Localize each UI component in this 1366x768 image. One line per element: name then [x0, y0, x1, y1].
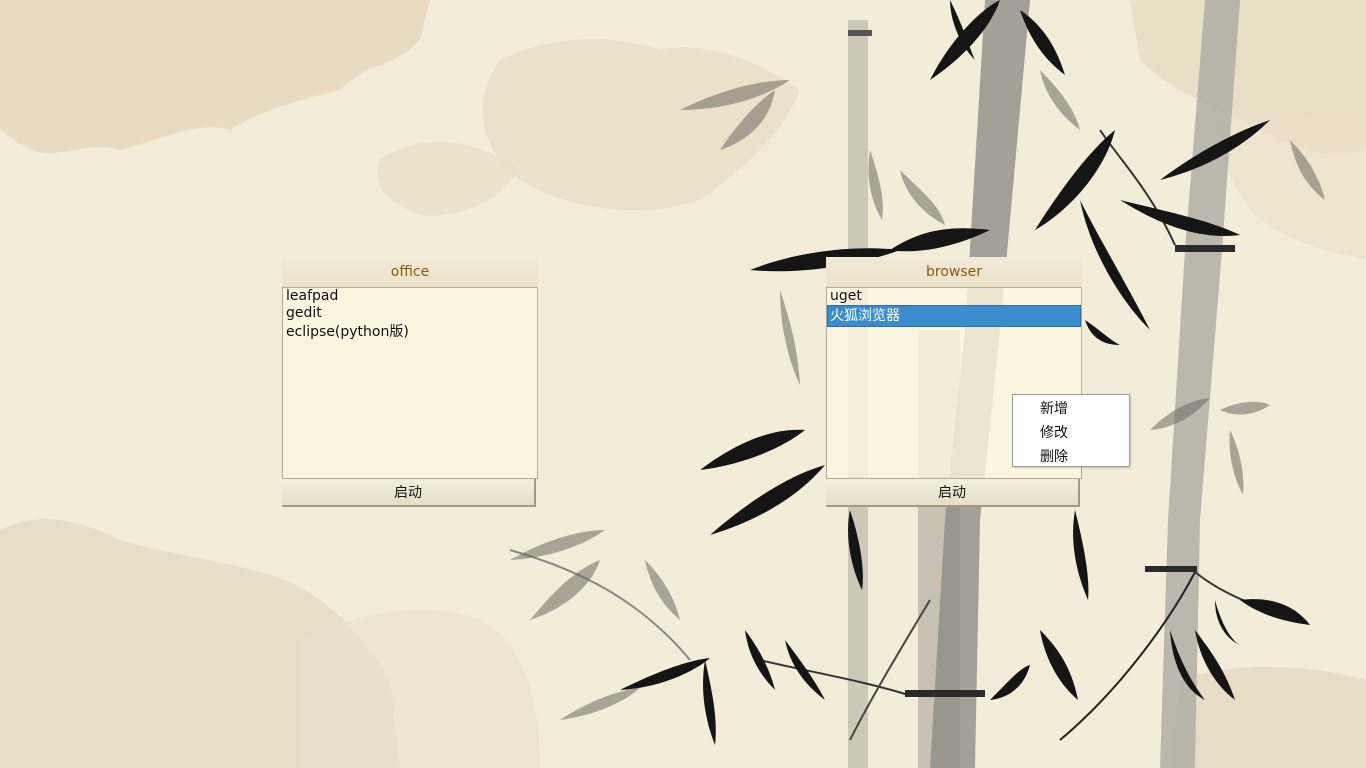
- desktop: office leafpad gedit eclipse(python版) 启动…: [0, 0, 1366, 768]
- list-item[interactable]: gedit: [283, 305, 537, 322]
- browser-launcher: browser uget 火狐浏览器 启动: [826, 257, 1082, 509]
- browser-title: browser: [826, 257, 1082, 287]
- list-item[interactable]: eclipse(python版): [283, 322, 537, 343]
- browser-start-button[interactable]: 启动: [826, 479, 1080, 507]
- office-start-button[interactable]: 启动: [282, 479, 536, 507]
- menu-item-edit[interactable]: 修改: [1013, 421, 1129, 445]
- office-launcher: office leafpad gedit eclipse(python版) 启动: [282, 257, 538, 509]
- list-item[interactable]: uget: [827, 288, 1081, 305]
- context-menu: 新增 修改 删除: [1012, 394, 1130, 467]
- office-title: office: [282, 257, 538, 287]
- list-item[interactable]: leafpad: [283, 288, 537, 305]
- bamboo-wallpaper: [0, 0, 1366, 768]
- list-item-selected[interactable]: 火狐浏览器: [827, 305, 1081, 327]
- office-app-list[interactable]: leafpad gedit eclipse(python版): [282, 287, 538, 479]
- menu-item-delete[interactable]: 删除: [1013, 445, 1129, 469]
- menu-item-add[interactable]: 新增: [1013, 397, 1129, 421]
